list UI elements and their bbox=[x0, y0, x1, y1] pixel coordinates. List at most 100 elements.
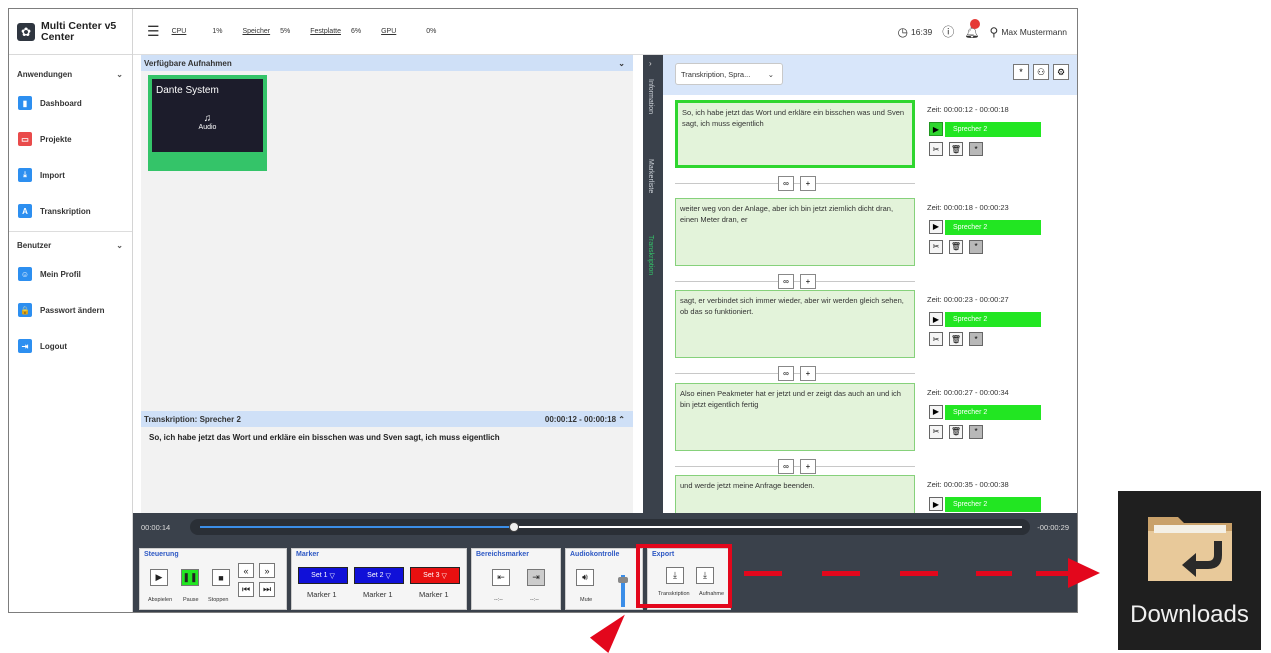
delete-button[interactable]: 🗑 bbox=[949, 424, 963, 439]
timeline-handle[interactable] bbox=[508, 522, 519, 532]
sidebar-item-import[interactable]: ⤓ Import bbox=[9, 157, 132, 193]
arrow-dash bbox=[744, 571, 782, 576]
recording-card: Dante System ♫ Audio bbox=[152, 79, 263, 152]
segment-text[interactable]: So, ich habe jetzt das Wort und erkläre … bbox=[675, 100, 915, 168]
split-button[interactable]: ✂ bbox=[929, 239, 943, 254]
chevron-down-icon: ⌄ bbox=[116, 69, 123, 79]
recordings-header[interactable]: Verfügbare Aufnahmen ⌄ bbox=[141, 55, 633, 71]
volume-handle[interactable] bbox=[618, 577, 628, 583]
section-benutzer[interactable]: Benutzer ⌄ bbox=[9, 234, 132, 256]
marker-set-2[interactable]: Set 2 ▽ bbox=[354, 567, 404, 584]
downloads-folder[interactable]: Downloads bbox=[1118, 491, 1261, 650]
user-name[interactable]: Max Mustermann bbox=[1001, 27, 1067, 37]
tab-markerliste[interactable]: Markerliste bbox=[647, 159, 654, 193]
control-bar: Steuerung ▶ ❚❚ ■ « » ⏮ ⏭ Abspielen Pause… bbox=[133, 541, 1077, 612]
mark-button[interactable]: * bbox=[969, 332, 983, 346]
add-segment-button[interactable]: + bbox=[800, 366, 816, 381]
tab-transkription[interactable]: Transkription bbox=[647, 235, 654, 275]
bell-icon[interactable]: 🔔︎ bbox=[964, 18, 981, 39]
speaker-badge[interactable]: Sprecher 2 bbox=[945, 404, 1041, 420]
delete-button[interactable]: 🗑 bbox=[949, 142, 963, 156]
segment-play-button[interactable]: ▶ bbox=[929, 497, 943, 511]
recording-title: Dante System bbox=[156, 85, 219, 96]
segment-time: Zeit: 00:00:18 - 00:00:23 bbox=[927, 202, 1009, 212]
dashboard-icon: ▮ bbox=[18, 96, 32, 110]
range-end-button[interactable]: ⇥ bbox=[527, 569, 545, 586]
segment-time: Zeit: 00:00:23 - 00:00:27 bbox=[927, 295, 1009, 304]
asterisk-button[interactable]: * bbox=[1013, 64, 1029, 80]
info-icon[interactable]: ⓘ bbox=[942, 23, 954, 40]
chevron-right-icon[interactable]: › bbox=[649, 59, 652, 68]
add-segment-button[interactable]: + bbox=[800, 273, 816, 289]
notification-dot bbox=[970, 18, 981, 29]
segment-play-button[interactable]: ▶ bbox=[929, 122, 943, 136]
speaker-badge[interactable]: Sprecher 2 bbox=[945, 312, 1041, 327]
range-start-button[interactable]: ⇤ bbox=[492, 569, 510, 586]
segment-text[interactable]: sagt, er verbindet sich immer wieder, ab… bbox=[675, 290, 915, 358]
sidebar-item-transkription[interactable]: A Transkription bbox=[9, 193, 132, 229]
speaker-badge[interactable]: Sprecher 2 bbox=[945, 122, 1041, 137]
arrow-right-icon bbox=[1068, 558, 1100, 588]
timeline-remaining bbox=[518, 526, 1022, 528]
sidebar-item-mein-profil[interactable]: ☺ Mein Profil bbox=[9, 256, 132, 292]
delete-button[interactable]: 🗑 bbox=[949, 239, 963, 254]
tab-information[interactable]: Information bbox=[647, 79, 654, 114]
stop-button[interactable]: ■ bbox=[212, 569, 230, 586]
transcription-preview-header[interactable]: Transkription: Sprecher 2 00:00:12 - 00:0… bbox=[141, 411, 633, 427]
marker-set-1[interactable]: Set 1 ▽ bbox=[298, 567, 348, 584]
split-button[interactable]: ✂ bbox=[929, 332, 943, 346]
speaker-badge[interactable]: Sprecher 2 bbox=[945, 219, 1041, 235]
timeline-track[interactable] bbox=[190, 519, 1030, 535]
segment-divider bbox=[675, 183, 915, 184]
segment-time: Zeit: 00:00:27 - 00:00:34 bbox=[927, 387, 1009, 397]
segment-text[interactable]: Also einen Peakmeter hat er jetzt und er… bbox=[675, 382, 915, 451]
recording-tile[interactable]: Dante System ♫ Audio bbox=[148, 75, 267, 171]
arrow-dash bbox=[822, 571, 860, 576]
recordings-panel: Verfügbare Aufnahmen ⌄ Dante System ♫ Audi… bbox=[141, 55, 633, 513]
link-icon[interactable]: ∞ bbox=[778, 176, 794, 191]
segment-text[interactable]: weiter weg von der Anlage, aber ich bin … bbox=[675, 197, 915, 266]
segment-text[interactable]: und werde jetzt meine Anfrage beenden. bbox=[675, 475, 915, 513]
chevron-down-icon: ⌄ bbox=[116, 240, 123, 250]
add-segment-button[interactable]: + bbox=[800, 176, 816, 191]
link-icon[interactable]: ∞ bbox=[778, 458, 794, 474]
segment-play-button[interactable]: ▶ bbox=[929, 219, 943, 234]
marker-set-3[interactable]: Set 3 ▽ bbox=[410, 567, 460, 584]
segment-play-button[interactable]: ▶ bbox=[929, 404, 943, 419]
split-button[interactable]: ✂ bbox=[929, 424, 943, 439]
mark-button[interactable]: * bbox=[969, 424, 983, 439]
sidebar-item-passwort[interactable]: 🔒 Passwort ändern bbox=[9, 292, 132, 328]
add-segment-button[interactable]: + bbox=[800, 458, 816, 474]
sidebar-item-dashboard[interactable]: ▮ Dashboard bbox=[9, 85, 132, 121]
audiokontrolle-panel: Audiokontrolle 🔊︎ Mute bbox=[565, 548, 643, 610]
split-button[interactable]: ✂ bbox=[929, 142, 943, 156]
mark-button[interactable]: * bbox=[969, 142, 983, 156]
play-button[interactable]: ▶ bbox=[150, 569, 168, 586]
segment-play-button[interactable]: ▶ bbox=[929, 312, 943, 326]
speakers-button[interactable]: ⚇ bbox=[1033, 64, 1049, 80]
hamburger-menu-icon[interactable]: ☰ bbox=[147, 23, 160, 40]
speaker-badge[interactable]: Sprecher 2 bbox=[945, 497, 1041, 512]
transcription-select[interactable]: Transkription, Spra... ⌄ bbox=[675, 63, 783, 85]
mark-button[interactable]: * bbox=[969, 239, 983, 254]
pause-button[interactable]: ❚❚ bbox=[181, 569, 199, 586]
delete-button[interactable]: 🗑 bbox=[949, 332, 963, 346]
topbar: ☰ CPU 1% Speicher 5% Festplatte 6% GPU 0% ◷ … bbox=[133, 9, 1077, 55]
link-icon[interactable]: ∞ bbox=[778, 273, 794, 289]
downloads-label: Downloads bbox=[1130, 601, 1249, 628]
transcription-editor: Transkription, Spra... ⌄ * ⚇ ⚙ So, ich ha… bbox=[663, 55, 1077, 513]
section-anwendungen[interactable]: Anwendungen ⌄ bbox=[9, 63, 132, 85]
link-icon[interactable]: ∞ bbox=[778, 366, 794, 381]
sidebar: ✿ Multi Center v5 Center Anwendungen ⌄ ▮ D… bbox=[9, 9, 133, 612]
sidebar-item-projekte[interactable]: ▭ Projekte bbox=[9, 121, 132, 157]
forward-button[interactable]: » bbox=[259, 563, 275, 578]
rewind-button[interactable]: « bbox=[238, 563, 254, 578]
user-icon[interactable]: ⚲ bbox=[990, 25, 999, 39]
music-note-icon: ♫ bbox=[203, 113, 212, 124]
volume-icon[interactable]: 🔊︎ bbox=[576, 569, 594, 586]
sidebar-item-logout[interactable]: ⇥ Logout bbox=[9, 328, 132, 364]
skip-start-button[interactable]: ⏮ bbox=[238, 582, 254, 597]
segment-time: Zeit: 00:00:35 - 00:00:38 bbox=[927, 480, 1009, 489]
settings-button[interactable]: ⚙ bbox=[1053, 64, 1069, 80]
skip-end-button[interactable]: ⏭ bbox=[259, 582, 275, 597]
